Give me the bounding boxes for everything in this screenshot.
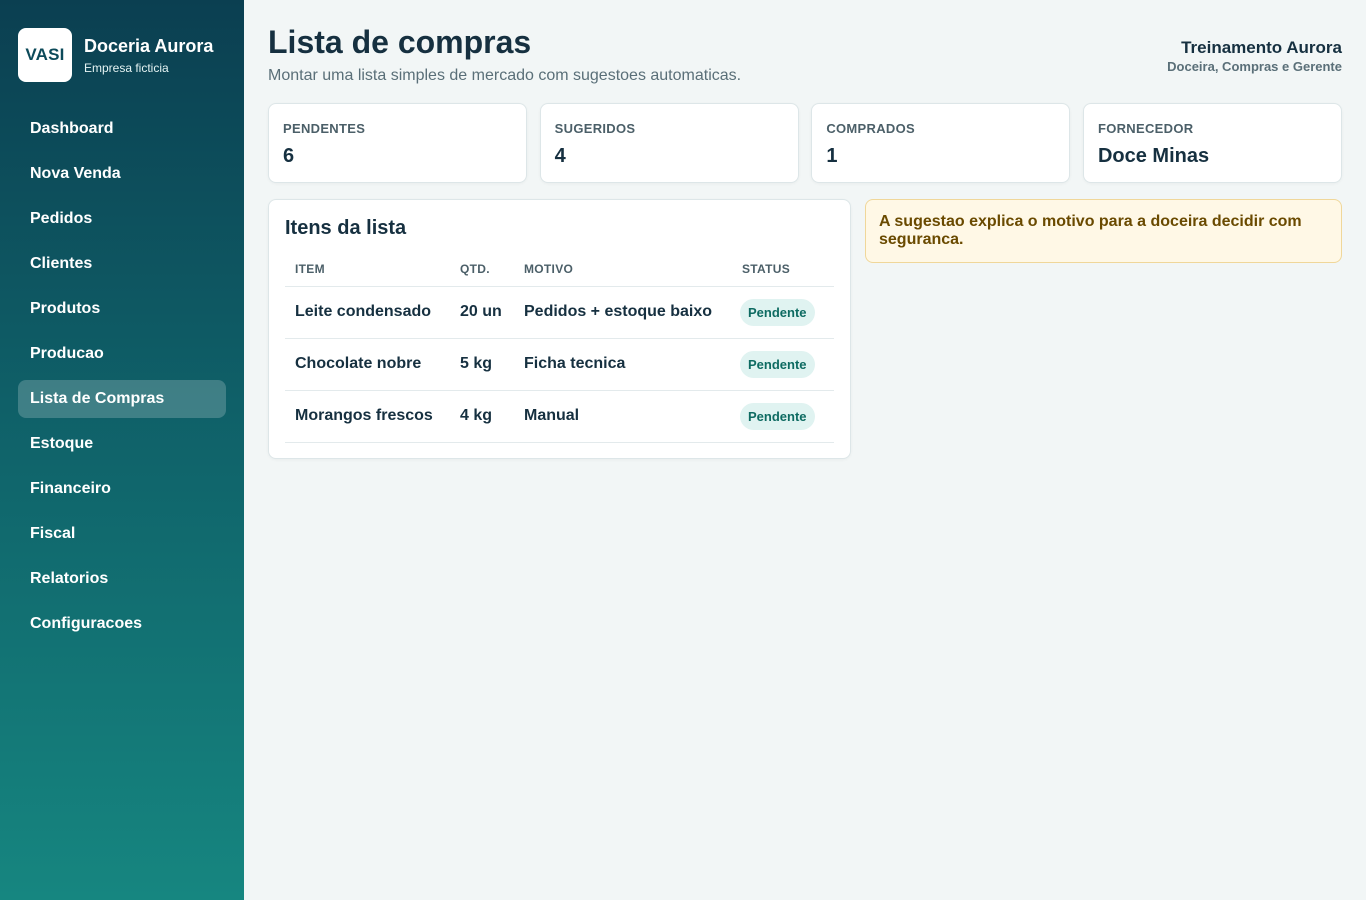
cell-reason: Ficha tecnica — [514, 338, 732, 391]
table-row[interactable]: Morangos frescos 4 kg Manual Pendente — [285, 390, 834, 443]
status-badge: Pendente — [740, 402, 815, 430]
stat-card-comprados: COMPRADOS 1 — [811, 103, 1071, 183]
stat-card-fornecedor: FORNECEDOR Doce Minas — [1082, 103, 1342, 183]
panel-title: Itens da lista — [285, 217, 407, 239]
cell-item: Chocolate nobre — [285, 338, 450, 391]
brand-text: Doceria Aurora Empresa ficticia — [84, 35, 213, 76]
stat-value: Doce Minas — [1097, 145, 1210, 167]
sidebar-item-clientes[interactable]: Clientes — [18, 245, 226, 283]
sidebar-item-producao[interactable]: Producao — [18, 335, 226, 373]
sidebar-item-pedidos[interactable]: Pedidos — [18, 200, 226, 238]
sidebar-item-relatorios[interactable]: Relatorios — [18, 560, 226, 598]
stats-row: PENDENTES 6 SUGERIDOS 4 COMPRADOS 1 FORN… — [268, 103, 1342, 183]
column-header-reason: MOTIVO — [514, 252, 732, 287]
sidebar-item-estoque[interactable]: Estoque — [18, 425, 226, 463]
stat-card-pendentes: PENDENTES 6 — [268, 103, 527, 183]
stat-label: COMPRADOS — [826, 121, 915, 136]
stat-value: 1 — [826, 145, 838, 167]
cell-status: Pendente — [732, 338, 834, 391]
user-role: Doceira, Compras e Gerente — [1167, 59, 1342, 74]
sidebar-nav: Dashboard Nova Venda Pedidos Clientes Pr… — [18, 110, 226, 650]
stat-label: SUGERIDOS — [554, 121, 636, 136]
sidebar-item-nova-venda[interactable]: Nova Venda — [18, 155, 226, 193]
table-row[interactable]: Leite condensado 20 un Pedidos + estoque… — [285, 286, 834, 339]
cell-item: Leite condensado — [285, 286, 450, 339]
sidebar-item-fiscal[interactable]: Fiscal — [18, 515, 226, 553]
shopping-list-panel: Itens da lista ITEM QTD. MOTIVO STATUS L… — [268, 199, 851, 459]
sidebar: VASI Doceria Aurora Empresa ficticia Das… — [0, 0, 244, 900]
table-row[interactable]: Chocolate nobre 5 kg Ficha tecnica Pende… — [285, 338, 834, 391]
table-header-row: ITEM QTD. MOTIVO STATUS — [285, 252, 834, 287]
cell-qty: 5 kg — [450, 338, 514, 391]
status-badge: Pendente — [740, 298, 815, 326]
cell-reason: Manual — [514, 390, 732, 443]
cell-item: Morangos frescos — [285, 390, 450, 443]
column-header-item: ITEM — [285, 252, 450, 287]
column-header-status: STATUS — [732, 252, 834, 287]
status-badge: Pendente — [740, 350, 815, 378]
stat-value: 4 — [554, 145, 566, 167]
stat-value: 6 — [283, 145, 295, 167]
cell-qty: 20 un — [450, 286, 514, 339]
brand-name: Doceria Aurora — [84, 35, 214, 56]
column-header-qty: QTD. — [450, 252, 514, 287]
brand: VASI Doceria Aurora Empresa ficticia — [18, 28, 213, 82]
sidebar-item-dashboard[interactable]: Dashboard — [18, 110, 226, 148]
cell-status: Pendente — [732, 390, 834, 443]
brand-subtitle: Empresa ficticia — [84, 60, 169, 75]
suggestion-note: A sugestao explica o motivo para a docei… — [865, 199, 1342, 263]
user-name: Treinamento Aurora — [1181, 38, 1342, 57]
stat-card-sugeridos: SUGERIDOS 4 — [539, 103, 799, 183]
sidebar-item-financeiro[interactable]: Financeiro — [18, 470, 226, 508]
page-subtitle: Montar uma lista simples de mercado com … — [268, 67, 742, 84]
stat-label: FORNECEDOR — [1097, 121, 1194, 136]
cell-qty: 4 kg — [450, 390, 514, 443]
brand-logo: VASI — [18, 28, 72, 82]
stat-label: PENDENTES — [283, 121, 366, 136]
shopping-list-table: ITEM QTD. MOTIVO STATUS Leite condensado… — [285, 252, 834, 443]
page-title: Lista de compras — [268, 24, 532, 60]
cell-reason: Pedidos + estoque baixo — [514, 286, 732, 339]
cell-status: Pendente — [732, 286, 834, 339]
user-info: Treinamento Aurora Doceira, Compras e Ge… — [1167, 38, 1342, 75]
sidebar-item-produtos[interactable]: Produtos — [18, 290, 226, 328]
sidebar-item-configuracoes[interactable]: Configuracoes — [18, 605, 226, 643]
sidebar-item-lista-de-compras[interactable]: Lista de Compras — [18, 380, 226, 418]
